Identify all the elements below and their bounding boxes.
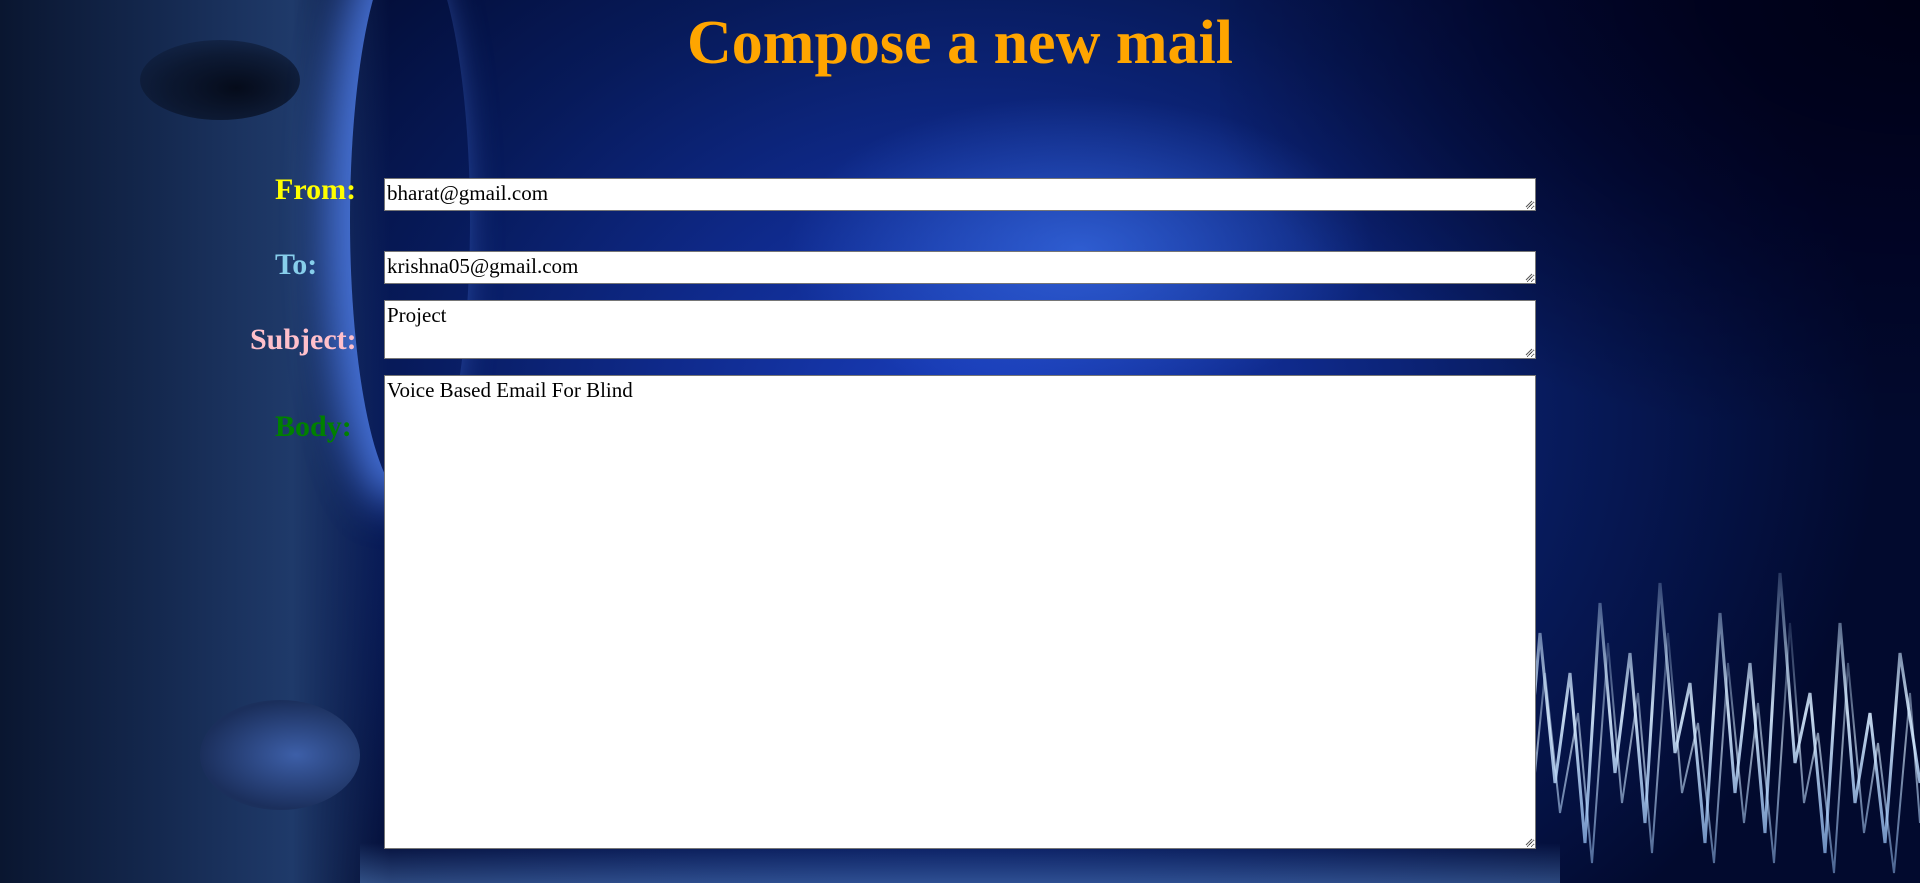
resize-grip-icon[interactable] xyxy=(1523,836,1533,846)
body-value: Voice Based Email For Blind xyxy=(387,378,633,402)
compose-page: Compose a new mail From: bharat@gmail.co… xyxy=(0,0,1920,883)
resize-grip-icon[interactable] xyxy=(1523,271,1533,281)
subject-label: Subject: xyxy=(250,323,357,356)
to-field[interactable]: krishna05@gmail.com xyxy=(384,251,1536,284)
to-value: krishna05@gmail.com xyxy=(387,254,579,278)
from-label: From: xyxy=(275,173,357,206)
background-face-lips xyxy=(200,700,360,810)
background-soundwave xyxy=(1500,572,1920,874)
to-label: To: xyxy=(275,248,318,281)
page-title: Compose a new mail xyxy=(687,9,1233,77)
resize-grip-icon[interactable] xyxy=(1523,346,1533,356)
resize-grip-icon[interactable] xyxy=(1523,198,1533,208)
from-value: bharat@gmail.com xyxy=(387,181,549,205)
body-field[interactable]: Voice Based Email For Blind xyxy=(384,375,1536,849)
from-field[interactable]: bharat@gmail.com xyxy=(384,178,1536,211)
body-label: Body: xyxy=(275,410,352,443)
subject-field[interactable]: Project xyxy=(384,300,1536,359)
subject-value: Project xyxy=(387,303,447,327)
background-wave-glow xyxy=(360,843,1560,883)
